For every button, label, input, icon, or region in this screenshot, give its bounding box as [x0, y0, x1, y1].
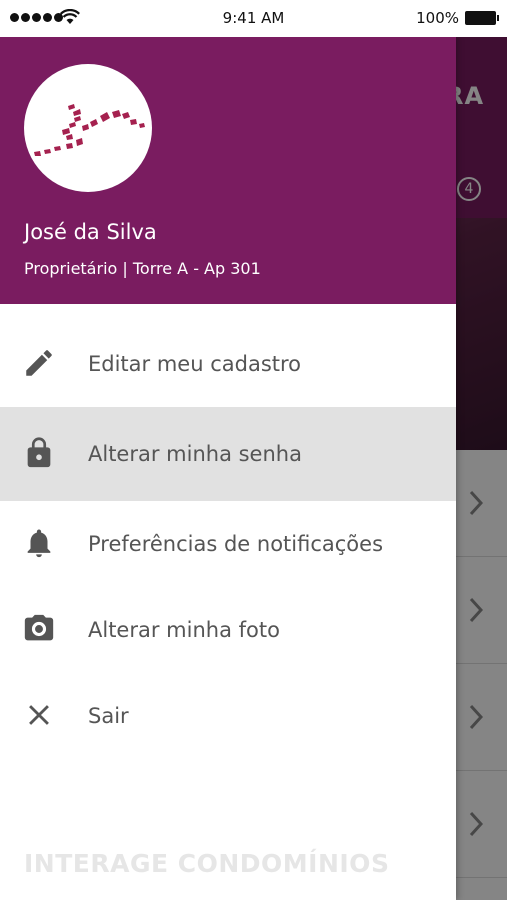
menu-item-label: Alterar minha foto — [88, 618, 280, 642]
battery-icon — [465, 11, 499, 25]
menu-item-label: Editar meu cadastro — [88, 352, 302, 376]
avatar[interactable] — [24, 64, 152, 192]
footer-brand: INTERAGE CONDOMÍNIOS — [24, 849, 390, 878]
menu-item-notification-preferences[interactable]: Preferências de notificações — [0, 501, 456, 587]
close-icon — [29, 705, 49, 725]
user-name: José da Silva — [24, 220, 157, 244]
menu-item-label: Alterar minha senha — [88, 442, 302, 466]
pencil-icon — [26, 350, 52, 376]
status-bar: 9:41 AM 100% — [0, 0, 507, 37]
lock-icon — [27, 437, 51, 468]
condominium-logo — [34, 104, 145, 156]
menu-item-change-password[interactable]: Alterar minha senha — [0, 407, 456, 501]
camera-icon — [24, 614, 54, 641]
drawer-header: José da Silva Proprietário | Torre A - A… — [0, 37, 456, 304]
bell-icon — [27, 529, 51, 558]
menu-item-label: Preferências de notificações — [88, 532, 384, 556]
drawer-menu: Editar meu cadastro Alterar minha senha … — [0, 321, 456, 759]
navigation-drawer: José da Silva Proprietário | Torre A - A… — [0, 37, 456, 900]
menu-item-logout[interactable]: Sair — [0, 673, 456, 759]
menu-item-change-photo[interactable]: Alterar minha foto — [0, 587, 456, 673]
user-role: Proprietário | Torre A - Ap 301 — [24, 259, 261, 278]
menu-item-label: Sair — [88, 704, 129, 728]
menu-item-edit-profile[interactable]: Editar meu cadastro — [0, 321, 456, 407]
battery-percentage: 100% — [416, 9, 459, 27]
